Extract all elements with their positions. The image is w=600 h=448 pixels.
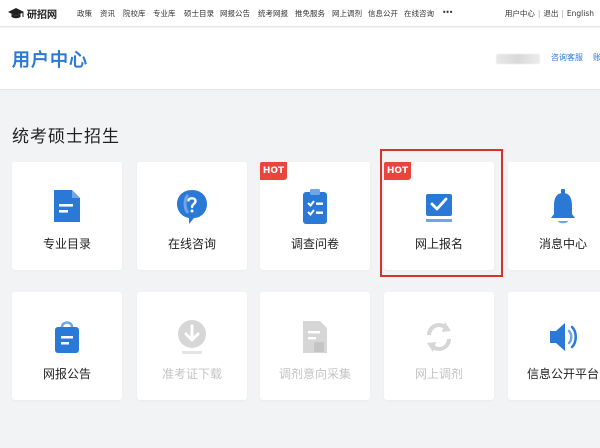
nav-item-majors[interactable]: 专业库: [153, 8, 176, 19]
card-label: 网上调剂: [414, 367, 463, 381]
header-divider: [0, 91, 600, 93]
card-survey[interactable]: HOT 调查问卷: [260, 162, 370, 270]
form-icon: [260, 318, 370, 356]
refresh-icon: [384, 318, 494, 356]
card-label: 消息中心: [538, 237, 587, 251]
clipboard-icon: [260, 188, 370, 226]
document-icon: [12, 188, 122, 226]
nav-item-master-catalog[interactable]: 硕士目录: [184, 8, 214, 19]
nav-more-icon[interactable]: •••: [442, 8, 453, 17]
bell-icon: [508, 188, 600, 226]
nav-user-links: 用户中心 | 退出 | English: [505, 8, 594, 19]
card-online-adjustment[interactable]: 网上调剂: [384, 292, 494, 400]
section-title: 统考硕士招生: [12, 127, 120, 147]
nav-item-schools[interactable]: 院校库: [123, 8, 146, 19]
site-logo[interactable]: 研招网: [8, 6, 57, 21]
card-message-center[interactable]: 消息中心: [508, 162, 600, 270]
account-link[interactable]: 账: [593, 52, 600, 63]
card-label: 信息公开平台: [526, 367, 599, 381]
nav-item-recommend[interactable]: 推免服务: [295, 8, 325, 19]
card-admission-ticket-download[interactable]: 准考证下载: [137, 292, 247, 400]
nav-item-announcements[interactable]: 网报公告: [220, 8, 250, 19]
user-center-link[interactable]: 用户中心: [505, 9, 535, 18]
logout-link[interactable]: 退出: [543, 9, 558, 18]
card-adjustment-intent[interactable]: 调剂意向采集: [260, 292, 370, 400]
nav-item-news[interactable]: 资讯: [100, 8, 115, 19]
english-link[interactable]: English: [567, 9, 594, 18]
card-registration-notice[interactable]: 网报公告: [12, 292, 122, 400]
logo-text: 研招网: [27, 10, 57, 21]
nav-item-adjustment[interactable]: 网上调剂: [332, 8, 362, 19]
card-label: 网报公告: [42, 367, 91, 381]
download-icon: [137, 318, 247, 356]
speaker-icon: [508, 318, 600, 356]
card-label: 在线咨询: [167, 237, 216, 251]
card-label: 专业目录: [42, 237, 91, 251]
nav-item-consult[interactable]: 在线咨询: [404, 8, 434, 19]
separator: |: [561, 9, 564, 18]
card-online-consult[interactable]: 在线咨询: [137, 162, 247, 270]
card-label: 调查问卷: [290, 237, 339, 251]
page-header: 用户中心 咨询客服 账: [0, 28, 600, 90]
card-label: 准考证下载: [161, 367, 222, 381]
customer-service-link[interactable]: 咨询客服: [551, 52, 583, 63]
blurred-username: [496, 54, 540, 64]
top-nav-bar: 研招网 政策 资讯 院校库 专业库 硕士目录 网报公告 统考网报 推免服务 网上…: [0, 0, 600, 27]
page-title: 用户中心: [12, 50, 88, 71]
chat-question-icon: [137, 188, 247, 226]
highlight-box: [380, 149, 503, 277]
separator: |: [537, 9, 541, 18]
card-major-catalog[interactable]: 专业目录: [12, 162, 122, 270]
graduation-cap-icon: [8, 7, 24, 18]
hot-badge: HOT: [260, 162, 287, 180]
nav-item-unified-registration[interactable]: 统考网报: [258, 8, 288, 19]
card-label: 调剂意向采集: [278, 367, 351, 381]
notice-bag-icon: [12, 318, 122, 356]
nav-item-policy[interactable]: 政策: [77, 8, 92, 19]
nav-item-disclosure[interactable]: 信息公开: [368, 8, 398, 19]
card-info-disclosure-platform[interactable]: 信息公开平台: [508, 292, 600, 400]
